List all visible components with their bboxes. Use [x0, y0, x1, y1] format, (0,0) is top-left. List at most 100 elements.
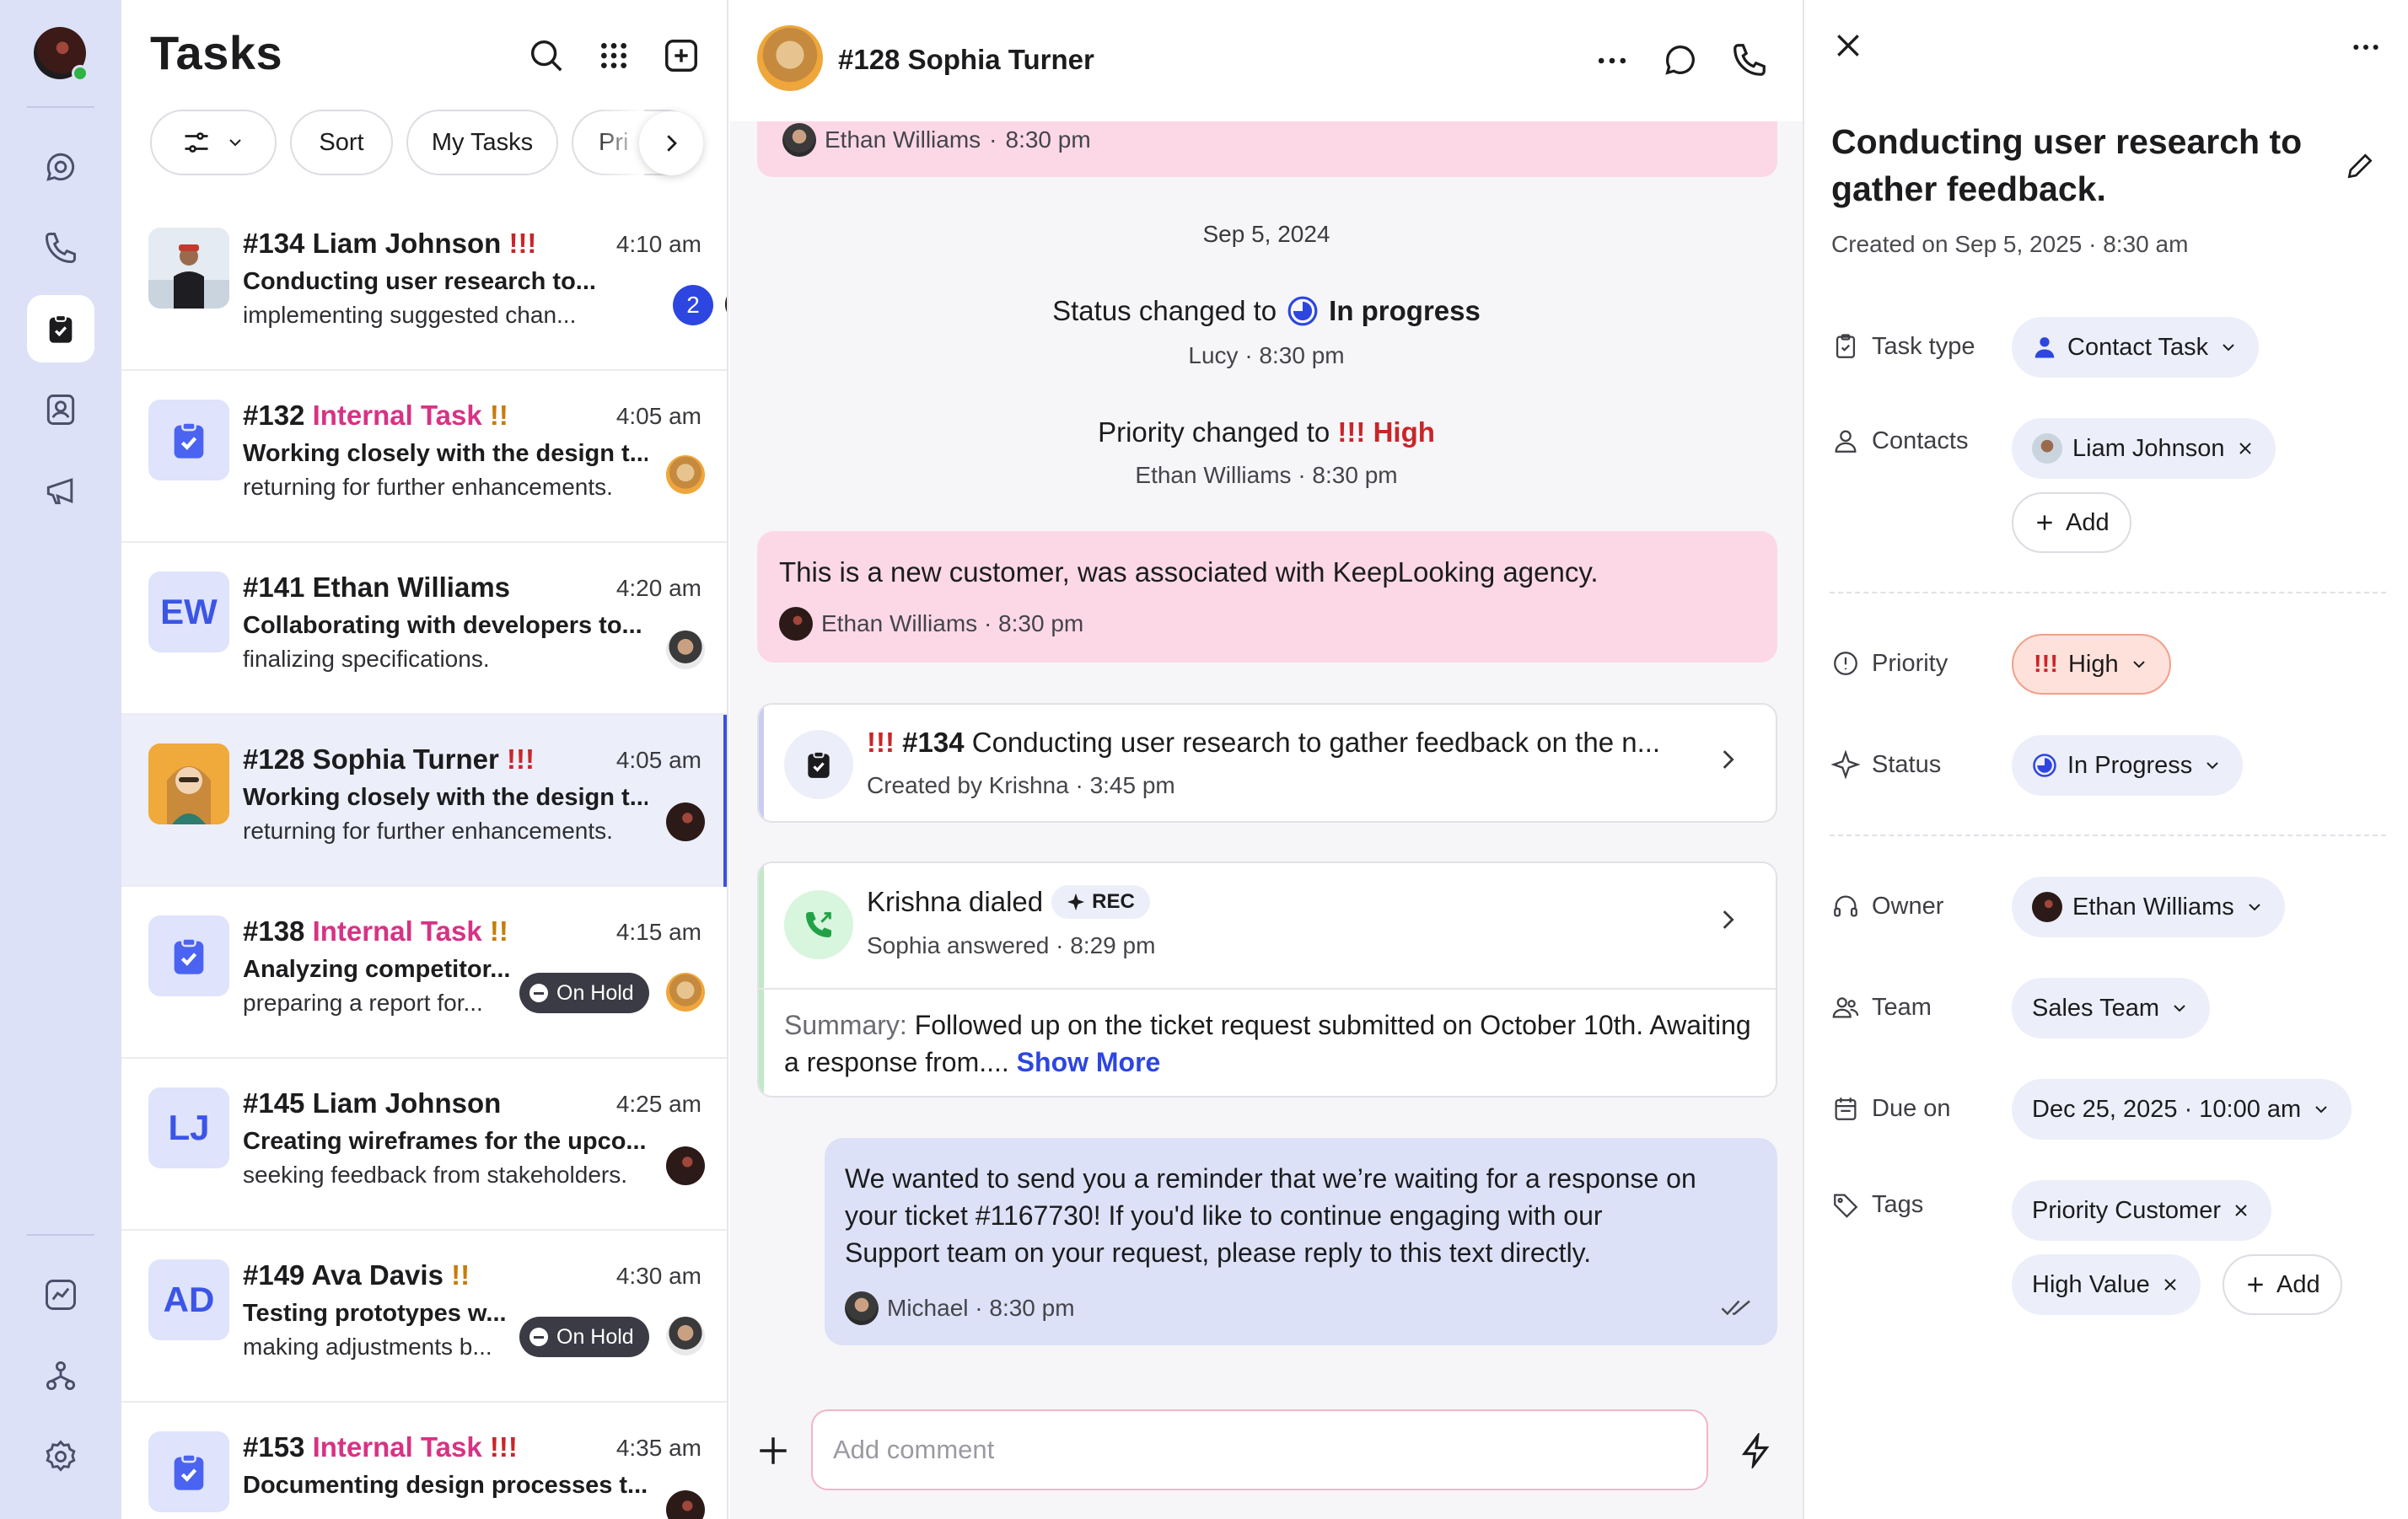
status-change-meta: Lucy · 8:30 pm [1188, 342, 1345, 368]
add-attachment-icon[interactable] [755, 1433, 791, 1468]
minus-circle-icon [529, 1328, 548, 1346]
internal-note-bubble: This is a new customer, was associated w… [757, 531, 1777, 663]
owner-select[interactable]: Ethan Williams [2012, 877, 2285, 937]
add-tag-button[interactable]: Add [2223, 1254, 2342, 1315]
add-task-icon[interactable] [658, 32, 705, 79]
call-meta: Sophia answered · 8:29 pm [867, 932, 1156, 958]
linked-task-card[interactable]: !!! #134 Conducting user research to gat… [757, 703, 1777, 823]
call-summary: Summary: Followed up on the ticket reque… [784, 1010, 1751, 1077]
task-title: #145 Liam Johnson [243, 1087, 502, 1119]
chip-fade [594, 106, 644, 180]
search-icon[interactable] [523, 32, 570, 79]
comment-input[interactable]: Add comment [811, 1409, 1708, 1490]
tag-chip[interactable]: High Value [2012, 1254, 2201, 1315]
user-avatar[interactable] [34, 27, 89, 82]
grid-apps-icon[interactable] [590, 32, 637, 79]
contact-initials-avatar: AD [148, 1259, 229, 1340]
due-date-label: Due on [1831, 1094, 1951, 1123]
show-more-link[interactable]: Show More [1017, 1047, 1161, 1077]
note-text: This is a new customer, was associated w… [779, 556, 1599, 588]
task-time: 4:20 am [615, 575, 701, 601]
tasks-icon[interactable] [27, 295, 94, 362]
scroll-filters-right-button[interactable] [639, 111, 703, 175]
contact-chip[interactable]: Liam Johnson [2012, 418, 2276, 479]
task-list-item[interactable]: LJ #145 Liam Johnson 4:25 am Creating wi… [121, 1059, 727, 1231]
assignee-avatar [666, 973, 705, 1012]
chevron-down-icon [225, 132, 245, 153]
task-time: 4:05 am [615, 403, 701, 429]
workflows-icon[interactable] [27, 1342, 94, 1409]
assignee-avatar [666, 1146, 705, 1185]
assignee-avatar [666, 1490, 705, 1519]
task-list-item[interactable]: #132 Internal Task !! 4:05 am Working cl… [121, 371, 727, 543]
chevron-down-icon [2202, 755, 2223, 776]
on-hold-badge: On Hold [519, 973, 649, 1013]
remove-x-icon[interactable] [2160, 1275, 2180, 1295]
chat-icon[interactable] [1661, 40, 1700, 79]
task-detail-panel: Conducting user research to gather feedb… [1803, 0, 2408, 1519]
task-title: #153 Internal Task !!! [243, 1431, 518, 1463]
assignee-avatar [725, 285, 727, 324]
task-detail: returning for further enhancements. [243, 474, 613, 500]
author-avatar [782, 123, 816, 157]
chevron-down-icon [2129, 654, 2149, 674]
campaigns-icon[interactable] [27, 457, 94, 524]
conversation-header: #128 Sophia Turner [730, 0, 1803, 121]
task-list-item[interactable]: #153 Internal Task !!! 4:35 am Documenti… [121, 1403, 727, 1519]
call-log-card[interactable]: Krishna dialed REC Sophia answered · 8:2… [757, 861, 1777, 1098]
linked-task-title: !!! #134 Conducting user research to gat… [867, 727, 1661, 758]
contact-avatar[interactable] [757, 25, 823, 91]
task-list-item[interactable]: EW #141 Ethan Williams 4:20 am Collabora… [121, 543, 727, 715]
task-title: #138 Internal Task !! [243, 915, 508, 947]
task-type-select[interactable]: Contact Task [2012, 317, 2260, 378]
contacts-icon[interactable] [27, 376, 94, 443]
more-options-icon[interactable] [1594, 42, 1631, 79]
chevron-down-icon [2311, 1099, 2331, 1119]
remove-x-icon[interactable] [2231, 1200, 2251, 1221]
task-title: #134 Liam Johnson !!! [243, 228, 537, 259]
rail-divider [27, 1234, 94, 1236]
task-detail: implementing suggested chan... [243, 302, 577, 328]
add-contact-button[interactable]: Add [2012, 492, 2131, 553]
owner-label: Owner [1831, 892, 1943, 921]
rail-divider [27, 106, 94, 108]
close-icon[interactable] [1831, 29, 1865, 62]
phone-icon[interactable] [27, 214, 94, 282]
note-meta: Ethan Williams · 8:30 pm [779, 607, 1083, 641]
chevron-down-icon [2169, 998, 2190, 1018]
call-title: Krishna dialed REC [867, 885, 1150, 919]
task-list-panel: Tasks Sort My Tasks Pri #134 Liam Johnso… [121, 0, 728, 1519]
team-label: Team [1831, 993, 1932, 1022]
more-options-icon[interactable] [2349, 30, 2383, 64]
analytics-icon[interactable] [27, 1261, 94, 1328]
my-tasks-filter[interactable]: My Tasks [406, 110, 558, 175]
sort-button[interactable]: Sort [290, 110, 393, 175]
recording-badge[interactable]: REC [1051, 885, 1150, 919]
remove-x-icon[interactable] [2235, 438, 2255, 459]
task-list-item[interactable]: #138 Internal Task !! 4:15 am Analyzing … [121, 887, 727, 1059]
internal-task-icon [148, 1431, 229, 1512]
section-divider [1830, 592, 2386, 593]
task-summary: Documenting design processes t... [243, 1472, 648, 1499]
priority-select[interactable]: !!! High [2012, 634, 2171, 695]
quick-actions-bolt-icon[interactable] [1739, 1433, 1774, 1468]
inbox-icon[interactable] [27, 133, 94, 201]
call-icon[interactable] [1730, 40, 1769, 79]
tag-chip[interactable]: Priority Customer [2012, 1180, 2271, 1241]
task-detail: seeking feedback from stakeholders. [243, 1162, 628, 1188]
task-list-item[interactable]: #134 Liam Johnson !!! 4:10 am Conducting… [121, 199, 727, 371]
filter-button[interactable] [150, 110, 277, 175]
task-list-item[interactable]: AD #149 Ava Davis !! 4:30 am Testing pro… [121, 1231, 727, 1403]
calendar-icon [1831, 1094, 1860, 1123]
task-list-item-selected[interactable]: #128 Sophia Turner !!! 4:05 am Working c… [121, 715, 727, 887]
team-select[interactable]: Sales Team [2012, 978, 2210, 1039]
contact-avatar [2032, 433, 2062, 464]
contact-photo [148, 228, 229, 309]
status-select[interactable]: In Progress [2012, 735, 2244, 796]
settings-icon[interactable] [27, 1423, 94, 1490]
due-date-picker[interactable]: Dec 25, 2025 · 10:00 am [2012, 1079, 2352, 1140]
headset-icon [1831, 892, 1860, 921]
edit-pencil-icon[interactable] [2344, 150, 2376, 182]
team-icon [1831, 993, 1860, 1022]
assignee-avatar [666, 631, 705, 669]
